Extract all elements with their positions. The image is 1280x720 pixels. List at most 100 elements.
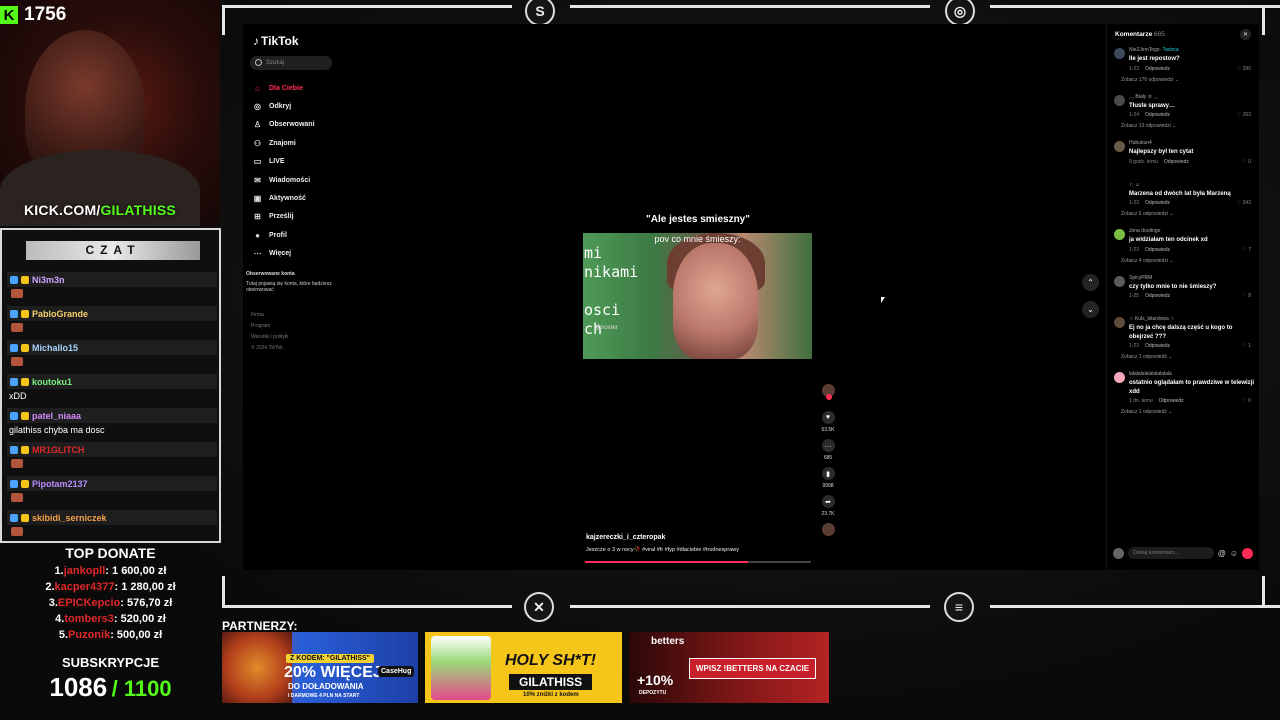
view-replies-button[interactable]: Zobacz 1 odpowiedź ⌄ [1113, 406, 1257, 419]
emoji-icon[interactable]: ☺ [1230, 549, 1238, 558]
comment-avatar[interactable] [1114, 182, 1125, 194]
nav-item-label: Więcej [269, 250, 292, 258]
betters-ad[interactable]: betters +10% DEPOZYTU WPISZ !BETTERS NA … [629, 632, 829, 703]
comment-date: 1-23 [1129, 65, 1140, 72]
tiktok-logo[interactable]: ♪ TikTok [253, 34, 299, 48]
chat-username[interactable]: Ni3m3n [32, 275, 65, 285]
footer-link[interactable]: Warunki i polityki [251, 332, 288, 343]
comment-username[interactable]: ☆ Kuls_bilardowa ☆ [1129, 315, 1257, 324]
reply-button[interactable]: Odpowiedz [1164, 159, 1189, 165]
comment-text: Najlepszy był ten cytat [1129, 149, 1194, 155]
close-comments-button[interactable]: ✕ [1240, 29, 1251, 40]
comment-likes[interactable]: ♡ 0 [1242, 157, 1251, 167]
comment-likes[interactable]: ♡ 0 [1242, 396, 1251, 406]
view-replies-button[interactable]: Zobacz 13 odpowiedzi ⌄ [1113, 120, 1257, 133]
donate-amount: : 1 600,00 zł [105, 565, 167, 577]
reply-button[interactable]: Odpowiedz [1145, 343, 1170, 349]
frame-bottom-globe-icon: ≡ [944, 592, 974, 622]
chat-badge-icon [10, 309, 18, 318]
comment-avatar[interactable] [1114, 229, 1125, 240]
view-replies-button[interactable]: Zobacz 1 odpowiedź ⌄ [1113, 351, 1257, 364]
heart-button[interactable]: ♥ 53.5K [817, 411, 839, 433]
comment-likes[interactable]: ♡ 7 [1242, 245, 1251, 255]
frame-bottom-mid-bar [570, 605, 930, 608]
search-input[interactable]: Szukaj [250, 56, 332, 70]
comment-avatar[interactable] [1114, 48, 1125, 59]
comment-avatar[interactable] [1114, 141, 1125, 152]
comment-likes[interactable]: ♡ 1 [1242, 341, 1251, 351]
footer-link[interactable]: Firma [251, 310, 288, 321]
mention-icon[interactable]: @ [1218, 549, 1226, 558]
chat-username[interactable]: PabloGrande [32, 309, 88, 319]
chat-username[interactable]: MR1GLITCH [32, 445, 85, 455]
nav-item-więcej[interactable]: ⋯ Więcej [253, 245, 315, 263]
chat-username[interactable]: Michallo15 [32, 343, 78, 353]
nav-item-live[interactable]: ▭ LIVE [253, 153, 315, 171]
view-replies-button[interactable]: Zobacz 176 odpowiedzi ⌄ [1113, 74, 1257, 87]
comment-likes[interactable]: ♡ 263 [1237, 110, 1251, 120]
comment-username[interactable]: ˎ˗ˏ Biały ♔ ˎ˗ˏ [1129, 93, 1257, 102]
casehug-ad[interactable]: Z KODEM: "GILATHISS" 20% WIĘCEJ DO DOŁAD… [222, 632, 418, 703]
send-comment-button[interactable] [1242, 547, 1253, 559]
chat-username[interactable]: Pipotam2137 [32, 479, 88, 489]
comment-username[interactable]: Jona dooltngo [1129, 227, 1257, 236]
nav-item-aktywność[interactable]: ▣ Aktywność [253, 189, 315, 207]
comment-avatar[interactable] [1114, 372, 1125, 383]
comment-button[interactable]: … 685 [817, 439, 839, 461]
comment-user-name: SpicyPRM [1129, 274, 1153, 281]
previous-video-button[interactable]: ⌃ [1082, 274, 1099, 291]
nav-item-prześlij[interactable]: ⊞ Prześlij [253, 208, 315, 226]
chat-badge-icon [10, 513, 18, 522]
donate-amount: : 1 280,00 zł [114, 581, 176, 593]
comment-likes[interactable]: ♡ 280 [1237, 64, 1251, 74]
creator-avatar-button[interactable] [817, 384, 839, 400]
next-video-button[interactable]: ⌄ [1082, 301, 1099, 318]
share-button[interactable]: ➦ 23.7K [817, 495, 839, 517]
footer-link[interactable]: © 2024 TikTok [251, 343, 288, 354]
video-author[interactable]: kajzereczki_i_czteropak [586, 534, 816, 541]
ad2-code: GILATHISS [509, 674, 593, 690]
nav-item-dla-ciebie[interactable]: ⌂ Dla Ciebie [253, 79, 315, 97]
comment-username[interactable]: lalalalalalalalalalala [1129, 370, 1257, 379]
video-progress-bar[interactable] [585, 561, 811, 563]
chat-username[interactable]: patel_niaaa [32, 411, 81, 421]
reply-button[interactable]: Odpowiedz [1145, 293, 1170, 299]
comment-username[interactable]: Nie2JemTego· Twórca [1129, 46, 1257, 55]
bookmark-button[interactable]: ▮ 9998 [817, 467, 839, 489]
holy-ad[interactable]: HOLY SH*T! GILATHISS 10% zniżki z kodem [425, 632, 622, 703]
comment-date: 1 dn. temu [1129, 398, 1153, 404]
reply-button[interactable]: Odpowiedz [1145, 66, 1170, 72]
reply-button[interactable]: Odpowiedz [1145, 200, 1170, 206]
nav-item-znajomi[interactable]: ⚇ Znajomi [253, 134, 315, 152]
comment-avatar[interactable] [1114, 275, 1125, 287]
comment-username[interactable]: ☆ ☺ [1129, 181, 1257, 190]
comment-username[interactable]: Hubukun4 [1129, 139, 1257, 148]
comment-input[interactable]: Dodaj komentarz... [1128, 547, 1214, 559]
ad1-sub: DO DOŁADOWANIA [288, 682, 364, 691]
nav-item-obserwowani[interactable]: ♙ Obserwowani [253, 116, 315, 134]
comment-text: ja widziałam ten odcinek xd [1129, 237, 1208, 243]
reply-button[interactable]: Odpowiedz [1159, 398, 1184, 404]
nav-item-odkryj[interactable]: ◎ Odkryj [253, 97, 315, 115]
view-replies-button[interactable]: Zobacz 6 odpowiedzi ⌄ [1113, 208, 1257, 221]
ad2-sub: 10% zniżki z kodem [523, 692, 579, 698]
nav-item-wiadomości[interactable]: ✉ Wiadomości [253, 171, 315, 189]
followed-text: Tutaj pojawią się konta, które będziesz … [246, 281, 332, 293]
comment-likes[interactable]: ♡ 343 [1237, 198, 1251, 208]
comment-avatar[interactable] [1114, 94, 1125, 106]
chat-username[interactable]: skibidi_serniczek [32, 513, 107, 523]
reply-button[interactable]: Odpowiedz [1145, 247, 1170, 253]
nav-item-profil[interactable]: ● Profil [253, 226, 315, 244]
chat-text: gilathiss chyba ma dosc [9, 425, 105, 435]
reply-button[interactable]: Odpowiedz [1145, 112, 1170, 118]
comment-username[interactable]: SpicyPRM [1129, 274, 1257, 283]
comment-likes[interactable]: ♡ 8 [1242, 291, 1251, 301]
chat-username[interactable]: koutoku1 [32, 377, 72, 387]
footer-link[interactable]: Program [251, 321, 288, 332]
comment-avatar[interactable] [1114, 317, 1125, 328]
view-replies-button[interactable]: Zobacz 4 odpowiedzi ⌄ [1113, 255, 1257, 268]
video-player[interactable]: mi nikami osci ch pov co mnie śmieszy: @nox… [583, 233, 812, 359]
sound-disc[interactable] [817, 523, 839, 536]
comment-meta-left: 1-24 Odpowiedz [1129, 110, 1170, 120]
follow-plus-icon[interactable] [825, 394, 832, 400]
